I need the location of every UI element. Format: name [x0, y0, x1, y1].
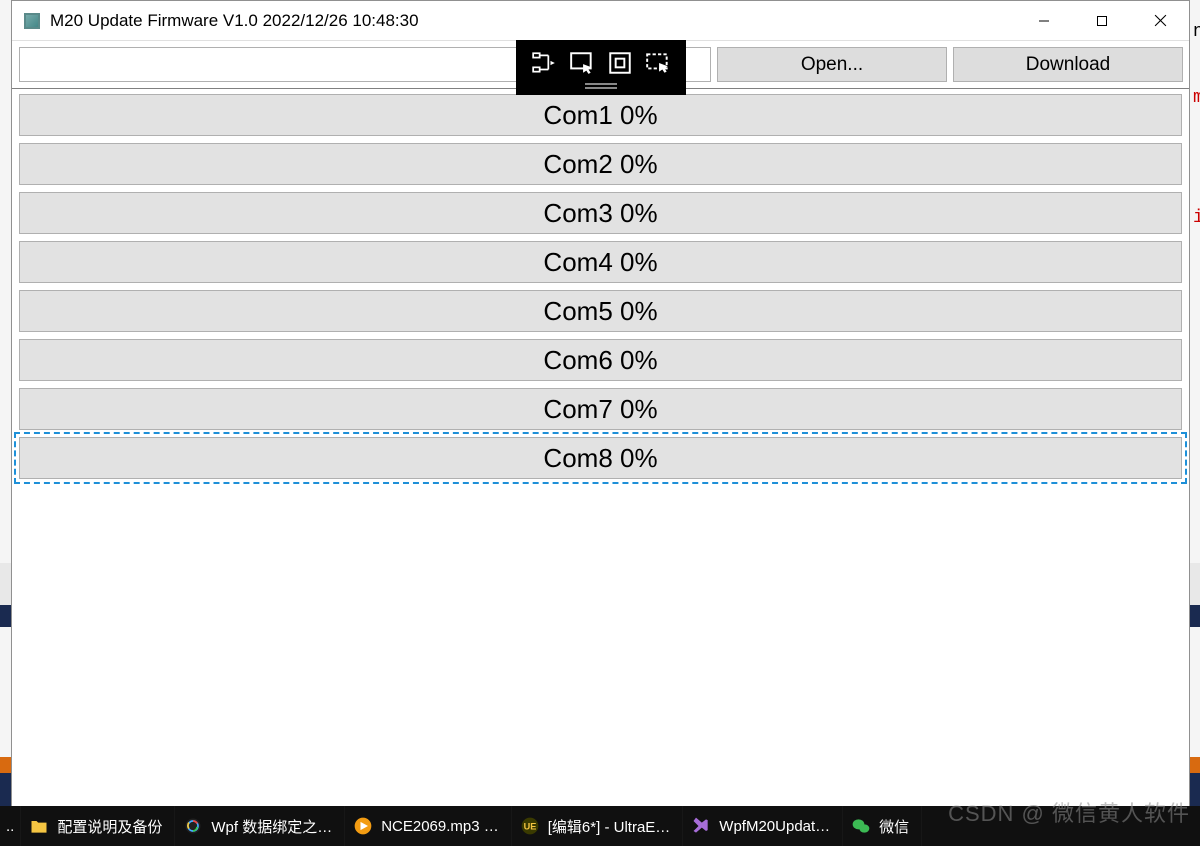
- progress-bar-com8[interactable]: Com8 0%: [19, 437, 1182, 479]
- ue-icon: UE: [520, 816, 540, 836]
- inspect-toolbar[interactable]: [516, 40, 686, 95]
- progress-bar-com6[interactable]: Com6 0%: [19, 339, 1182, 381]
- drag-handle-icon[interactable]: [585, 87, 617, 89]
- background-char: n: [1193, 22, 1200, 42]
- titlebar[interactable]: M20 Update Firmware V1.0 2022/12/26 10:4…: [12, 1, 1189, 41]
- taskbar-item[interactable]: 微信: [843, 806, 922, 846]
- close-icon: [1154, 14, 1167, 27]
- minimize-button[interactable]: [1015, 1, 1073, 40]
- inspect-toolbar-icons: [516, 40, 686, 82]
- progress-list: Com1 0% Com2 0% Com3 0% Com4 0% Com5 0% Com6 …: [12, 89, 1189, 486]
- drag-handle-icon[interactable]: [585, 83, 617, 85]
- content-area: Open... Download Com1 0%Com2 0%Com3 0%Co…: [12, 41, 1189, 809]
- taskbar-item-label: NCE2069.mp3 …: [381, 818, 499, 835]
- window-controls: [1015, 1, 1189, 40]
- open-button[interactable]: Open...: [717, 47, 947, 82]
- tree-view-icon[interactable]: [527, 46, 561, 80]
- taskbar-item-label: 配置说明及备份: [57, 816, 162, 837]
- maximize-button[interactable]: [1073, 1, 1131, 40]
- folder-icon: [29, 816, 49, 836]
- download-button[interactable]: Download: [953, 47, 1183, 82]
- track-focus-icon[interactable]: [641, 46, 675, 80]
- wechat-icon: [851, 816, 871, 836]
- taskbar-overflow[interactable]: ..: [0, 806, 21, 846]
- window-title: M20 Update Firmware V1.0 2022/12/26 10:4…: [50, 11, 1015, 31]
- maximize-icon: [1096, 15, 1108, 27]
- taskbar-item-label: Wpf 数据绑定之…: [211, 816, 332, 837]
- app-icon: [24, 13, 40, 29]
- progress-bar-com5[interactable]: Com5 0%: [19, 290, 1182, 332]
- taskbar: .. 配置说明及备份 Wpf 数据绑定之… NCE2069.mp3 … UE [编辑6*…: [0, 806, 1200, 846]
- progress-bar-com3[interactable]: Com3 0%: [19, 192, 1182, 234]
- taskbar-item[interactable]: 配置说明及备份: [21, 806, 175, 846]
- taskbar-item-label: WpfM20Updat…: [719, 818, 830, 835]
- progress-bar-com4[interactable]: Com4 0%: [19, 241, 1182, 283]
- browser-icon: [183, 816, 203, 836]
- taskbar-item[interactable]: Wpf 数据绑定之…: [175, 806, 345, 846]
- close-button[interactable]: [1131, 1, 1189, 40]
- vs-icon: [691, 816, 711, 836]
- layout-outline-icon[interactable]: [603, 46, 637, 80]
- background-char: m: [1193, 88, 1200, 108]
- select-element-icon[interactable]: [565, 46, 599, 80]
- background-char: i: [1193, 208, 1200, 228]
- svg-text:UE: UE: [523, 821, 536, 831]
- taskbar-item-label: 微信: [879, 816, 909, 837]
- taskbar-item[interactable]: NCE2069.mp3 …: [345, 806, 512, 846]
- taskbar-item[interactable]: WpfM20Updat…: [683, 806, 843, 846]
- progress-bar-com1[interactable]: Com1 0%: [19, 94, 1182, 136]
- progress-bar-com2[interactable]: Com2 0%: [19, 143, 1182, 185]
- progress-bar-com7[interactable]: Com7 0%: [19, 388, 1182, 430]
- taskbar-item[interactable]: UE [编辑6*] - UltraE…: [512, 806, 684, 846]
- minimize-icon: [1038, 15, 1050, 27]
- media-icon: [353, 816, 373, 836]
- taskbar-item-label: [编辑6*] - UltraE…: [548, 816, 671, 837]
- app-window: M20 Update Firmware V1.0 2022/12/26 10:4…: [11, 0, 1190, 810]
